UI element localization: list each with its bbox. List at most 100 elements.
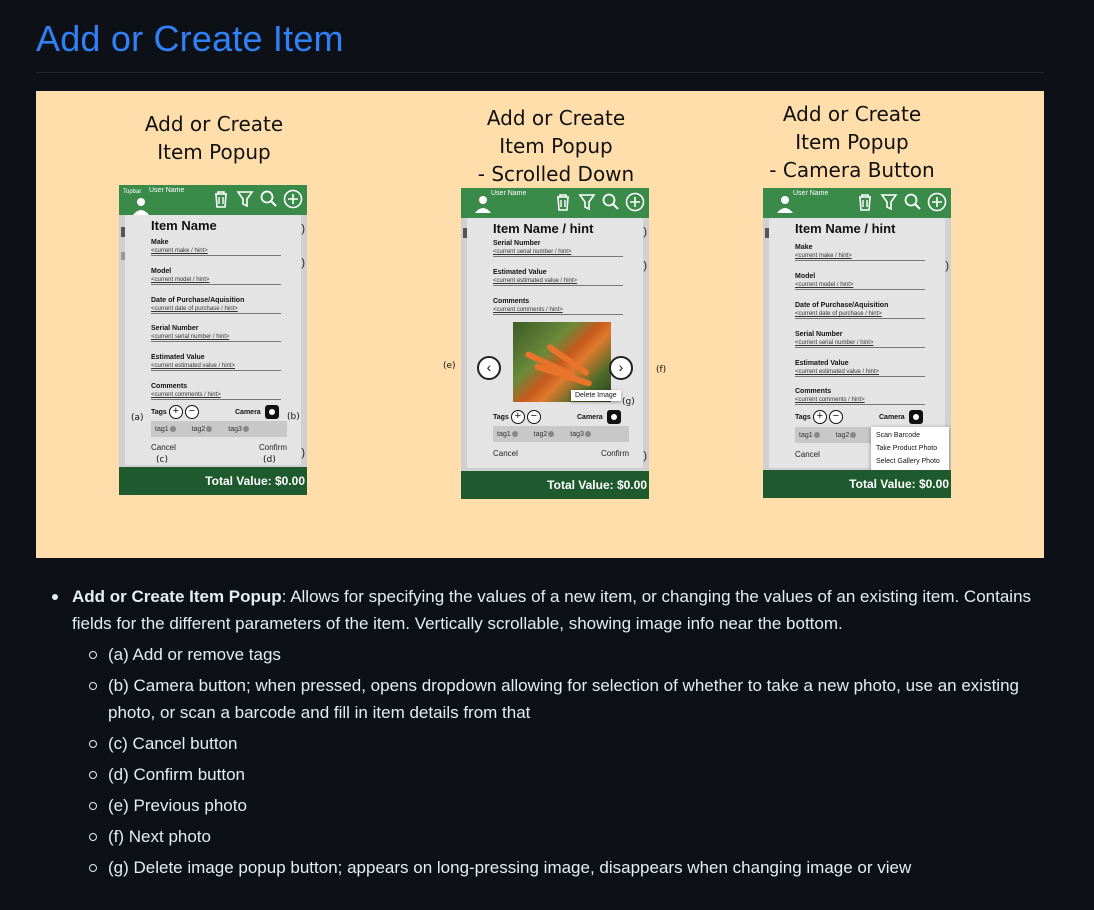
add-icon[interactable]	[283, 189, 303, 209]
filter-icon[interactable]	[235, 189, 255, 209]
remove-tag-icon[interactable]	[511, 431, 518, 437]
chevron-right-icon: )	[643, 260, 647, 272]
field-estimated-value[interactable]: Estimated Value <current estimated value…	[493, 269, 623, 286]
topbar-icons	[211, 189, 303, 209]
cancel-button[interactable]: Cancel	[493, 449, 518, 458]
add-tag-button[interactable]: +	[510, 410, 525, 424]
field-input[interactable]: <current make / hint>	[795, 253, 925, 261]
remove-tag-icon[interactable]	[813, 432, 820, 438]
select-gallery-photo-option[interactable]: Select Gallery Photo	[871, 455, 949, 468]
field-label: Model	[795, 273, 816, 280]
cancel-button[interactable]: Cancel	[795, 450, 820, 459]
tag-chip[interactable]: tag3	[228, 426, 249, 433]
scan-barcode-option[interactable]: Scan Barcode	[871, 429, 949, 442]
mockup-image: Add or Create Item Popup Topbar User Nam…	[36, 91, 1044, 558]
panel3-caption-line3: - Camera Button	[769, 158, 935, 182]
field-label: Serial Number	[493, 240, 541, 247]
tag-chip[interactable]: tag1	[155, 426, 176, 433]
field-model[interactable]: Model <current model / hint>	[795, 273, 925, 290]
filter-icon[interactable]	[879, 192, 899, 212]
field-input[interactable]: <current estimated value / hint>	[493, 278, 623, 286]
tag-chip[interactable]: tag1	[497, 431, 518, 438]
remove-tag-button[interactable]: −	[828, 410, 843, 424]
field-comments[interactable]: Comments <current comments / hint>	[151, 383, 281, 400]
remove-tag-icon[interactable]	[206, 426, 213, 432]
previous-photo-button[interactable]: ‹	[477, 356, 501, 380]
field-serial-number[interactable]: Serial Number <current serial number / h…	[795, 331, 925, 348]
remove-tag-button[interactable]: −	[184, 405, 199, 419]
camera-button[interactable]	[264, 405, 279, 419]
field-input[interactable]: <current date of purchase / hint>	[151, 306, 281, 314]
field-label: Model	[151, 268, 172, 275]
field-label: Comments	[795, 388, 832, 395]
field-make[interactable]: Make <current make / hint>	[151, 239, 281, 256]
tag-list: tag1 tag2 tag3	[151, 421, 287, 437]
list-item: (d) Confirm button	[52, 761, 1042, 788]
field-input[interactable]: <current estimated value / hint>	[151, 363, 281, 371]
tag-chip[interactable]: tag2	[192, 426, 213, 433]
field-serial-number[interactable]: Serial Number <current serial number / h…	[493, 240, 623, 257]
field-model[interactable]: Model <current model / hint>	[151, 268, 281, 285]
tag-chip[interactable]: tag3	[570, 431, 591, 438]
remove-tag-icon[interactable]	[548, 431, 555, 437]
annotation-g: (g)	[622, 397, 635, 407]
field-estimated-value[interactable]: Estimated Value <current estimated value…	[151, 354, 281, 371]
confirm-button[interactable]: Confirm	[601, 449, 629, 458]
field-input[interactable]: <current model / hint>	[795, 282, 925, 290]
topbar-icons	[855, 192, 947, 212]
cancel-button[interactable]: Cancel	[151, 443, 176, 452]
camera-button[interactable]	[908, 410, 923, 424]
camera-label: Camera	[235, 408, 261, 416]
field-input[interactable]: <current make / hint>	[151, 248, 281, 256]
delete-image-button[interactable]: Delete Image	[571, 390, 621, 401]
filter-icon[interactable]	[577, 192, 597, 212]
field-input[interactable]: <current estimated value / hint>	[795, 369, 925, 377]
tag-chip[interactable]: tag2	[534, 431, 555, 438]
camera-button[interactable]	[606, 410, 621, 424]
tag-label: tag1	[155, 425, 169, 433]
field-serial-number[interactable]: Serial Number <current serial number / h…	[151, 325, 281, 342]
tag-label: tag1	[497, 430, 511, 438]
add-tag-button[interactable]: +	[168, 405, 183, 419]
trash-icon[interactable]	[211, 189, 231, 209]
field-input[interactable]: <current serial number / hint>	[795, 340, 925, 348]
field-input[interactable]: <current serial number / hint>	[151, 334, 281, 342]
remove-tag-icon[interactable]	[584, 431, 591, 437]
field-input[interactable]: <current comments / hint>	[795, 397, 925, 405]
field-comments[interactable]: Comments <current comments / hint>	[493, 298, 623, 315]
tag-chip[interactable]: tag1	[799, 432, 820, 439]
field-label: Estimated Value	[795, 360, 849, 367]
bottom-bar: Total Value: $0.00	[763, 470, 951, 498]
field-date-of-purchase[interactable]: Date of Purchase/Aquisition <current dat…	[151, 297, 281, 314]
chevron-right-icon: )	[301, 447, 305, 459]
topbar: Topbar User Name	[119, 185, 307, 215]
remove-tag-icon[interactable]	[169, 426, 176, 432]
field-input[interactable]: <current date of purchase / hint>	[795, 311, 925, 319]
search-icon[interactable]	[259, 189, 279, 209]
field-input[interactable]: <current comments / hint>	[493, 307, 623, 315]
field-comments[interactable]: Comments <current comments / hint>	[795, 388, 925, 405]
add-tag-button[interactable]: +	[812, 410, 827, 424]
next-photo-button[interactable]: ›	[609, 356, 633, 380]
panel1-caption-line2: Item Popup	[157, 140, 271, 164]
field-input[interactable]: <current model / hint>	[151, 277, 281, 285]
search-icon[interactable]	[601, 192, 621, 212]
add-icon[interactable]	[625, 192, 645, 212]
field-make[interactable]: Make <current make / hint>	[795, 244, 925, 261]
field-date-of-purchase[interactable]: Date of Purchase/Aquisition <current dat…	[795, 302, 925, 319]
remove-tag-icon[interactable]	[850, 432, 857, 438]
trash-icon[interactable]	[855, 192, 875, 212]
remove-tag-button[interactable]: −	[526, 410, 541, 424]
confirm-button[interactable]: Confirm	[259, 443, 287, 452]
annotation-a: (a)	[131, 413, 144, 423]
add-icon[interactable]	[927, 192, 947, 212]
tag-chip[interactable]: tag2	[836, 432, 857, 439]
field-estimated-value[interactable]: Estimated Value <current estimated value…	[795, 360, 925, 377]
field-input[interactable]: <current comments / hint>	[151, 392, 281, 400]
search-icon[interactable]	[903, 192, 923, 212]
trash-icon[interactable]	[553, 192, 573, 212]
field-input[interactable]: <current serial number / hint>	[493, 249, 623, 257]
tag-label: tag3	[228, 425, 242, 433]
remove-tag-icon[interactable]	[242, 426, 249, 432]
take-product-photo-option[interactable]: Take Product Photo	[871, 442, 949, 455]
